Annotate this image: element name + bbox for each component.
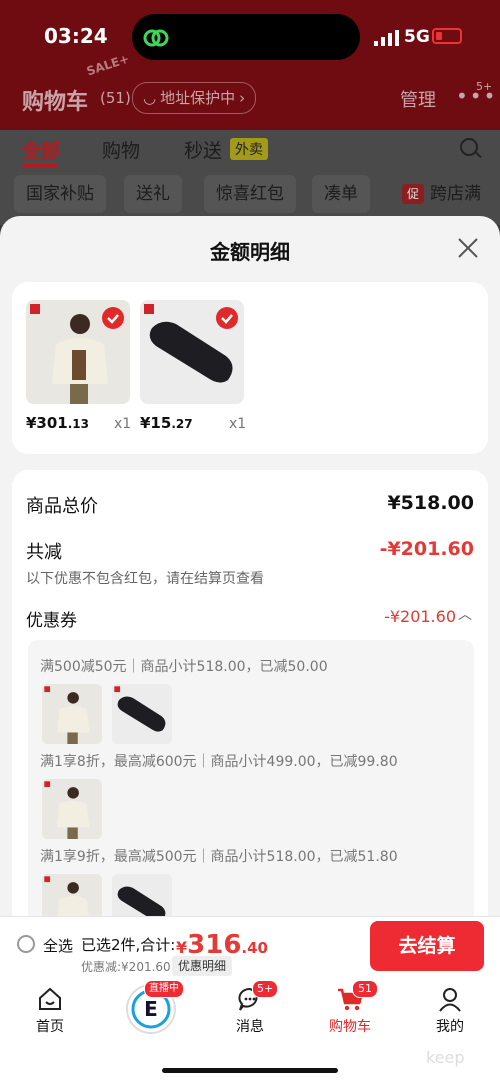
network-label: 5G	[404, 27, 430, 47]
tab-home[interactable]: 首页	[20, 986, 80, 1046]
coupon-thumb-jacket	[42, 684, 102, 744]
chevron-up-icon[interactable]: ︿	[458, 604, 472, 624]
cart-title: 购物车	[22, 90, 89, 115]
waimai-tag: 外卖	[230, 138, 268, 160]
cart-badge: 51	[352, 980, 378, 998]
product-price: ¥301.13	[26, 414, 90, 432]
cart-count: (51)	[100, 89, 131, 107]
tab-profile-label: 我的	[436, 1019, 464, 1035]
coupon-line: 满500减50元｜商品小计518.00，已减50.00	[40, 659, 328, 675]
coupon-thumb-jacket	[42, 779, 102, 839]
close-icon[interactable]	[456, 236, 480, 260]
home-indicator	[162, 1068, 338, 1073]
battery-icon	[432, 28, 462, 44]
selected-summary: 已选2件,合计:	[81, 936, 176, 954]
discount-detail-button[interactable]: 优惠明细	[172, 956, 233, 976]
chip-national-subsidy[interactable]: 国家补贴	[14, 175, 106, 213]
signal-icon	[374, 30, 399, 46]
shield-smile-icon: ◡	[143, 89, 157, 107]
product-price: ¥15.27	[140, 414, 193, 432]
chip-gift[interactable]: 送礼	[124, 175, 182, 213]
search-icon[interactable]	[460, 138, 478, 156]
total-value: ¥518.00	[387, 492, 474, 514]
coupon-thumb-socks	[112, 684, 172, 744]
tab-profile[interactable]: 我的	[420, 986, 480, 1046]
coupon-line: 满1享9折，最高减500元｜商品小计518.00，已减51.80	[40, 849, 398, 865]
tab-active-underline	[22, 164, 58, 167]
tab-messages-label: 消息	[236, 1019, 264, 1035]
link-app-icon	[143, 29, 169, 47]
status-time: 03:24	[44, 24, 108, 48]
select-all-radio[interactable]	[17, 935, 35, 953]
coupon-value[interactable]: -¥201.60	[384, 607, 456, 626]
tab-instant[interactable]: 秒送	[184, 136, 222, 163]
messages-badge: 5+	[252, 980, 279, 998]
home-icon	[39, 987, 61, 1010]
coupon-label: 优惠券	[26, 611, 77, 631]
chevron-right-icon: ›	[239, 89, 246, 107]
svg-text:E: E	[144, 997, 158, 1021]
promo-icon: 促	[402, 184, 424, 204]
tab-all[interactable]: 全部	[22, 136, 60, 163]
discount-label: 共减	[26, 542, 62, 563]
tab-cart-label: 购物车	[329, 1019, 371, 1035]
address-protect-label: 地址保护中	[160, 89, 236, 107]
profile-icon	[439, 988, 461, 1012]
watermark: keep	[426, 1048, 465, 1067]
select-all-label[interactable]: 全选	[43, 935, 73, 956]
chip-combine-order[interactable]: 凑单	[312, 175, 370, 213]
product-qty: x1	[114, 416, 132, 432]
live-badge: 直播中	[144, 980, 184, 998]
tab-home-label: 首页	[36, 1019, 64, 1035]
manage-button[interactable]: 管理	[400, 86, 436, 112]
more-badge: 5+	[476, 80, 493, 93]
product-qty: x1	[229, 416, 247, 432]
coupon-line: 满1享8折，最高减600元｜商品小计499.00，已减99.80	[40, 754, 398, 770]
total-label: 商品总价	[26, 496, 98, 517]
chip-cross-store[interactable]: 跨店满减	[426, 175, 500, 242]
chip-red-packet[interactable]: 惊喜红包	[204, 175, 296, 213]
product-check-icon[interactable]	[216, 307, 238, 329]
product-check-icon[interactable]	[102, 307, 124, 329]
discount-note: 以下优惠不包含红包，请在结算页查看	[26, 571, 264, 587]
address-protect-pill[interactable]: ◡ 地址保护中 ›	[132, 82, 257, 114]
discount-value: -¥201.60	[379, 538, 474, 560]
tab-shopping[interactable]: 购物	[102, 136, 140, 163]
checkout-button[interactable]: 去结算	[370, 921, 484, 971]
discount-note: 优惠减:¥201.60	[81, 960, 171, 974]
sheet-title: 金额明细	[210, 240, 290, 264]
